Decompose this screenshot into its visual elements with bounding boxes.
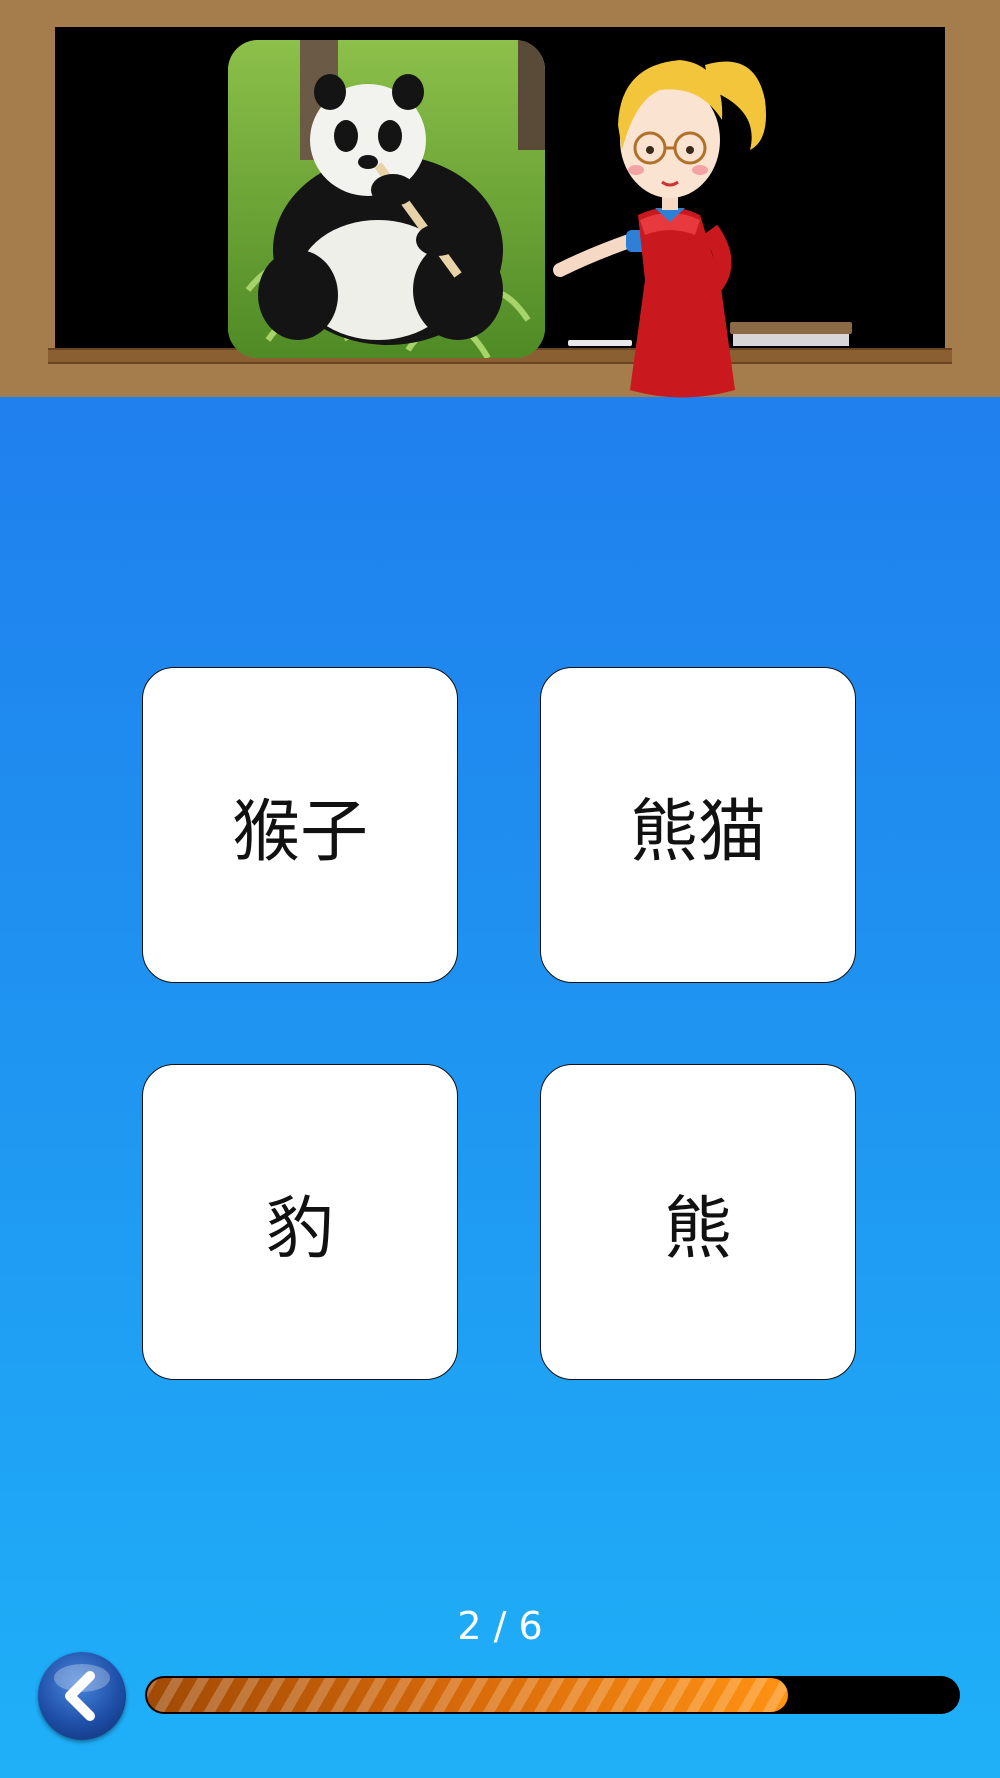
teacher-character bbox=[550, 30, 780, 400]
answer-card-3[interactable]: 豹 bbox=[142, 1064, 458, 1380]
panda-photo bbox=[228, 40, 545, 358]
progress-bar bbox=[145, 1676, 960, 1714]
answer-card-1[interactable]: 猴子 bbox=[142, 667, 458, 983]
back-button[interactable] bbox=[38, 1652, 126, 1740]
chevron-left-icon bbox=[54, 1664, 110, 1721]
progress-bar-fill bbox=[147, 1678, 788, 1712]
question-counter: 2 / 6 bbox=[457, 1604, 543, 1648]
answer-card-4[interactable]: 熊 bbox=[540, 1064, 856, 1380]
chalkboard-scene bbox=[0, 0, 1000, 400]
answer-card-2[interactable]: 熊猫 bbox=[540, 667, 856, 983]
